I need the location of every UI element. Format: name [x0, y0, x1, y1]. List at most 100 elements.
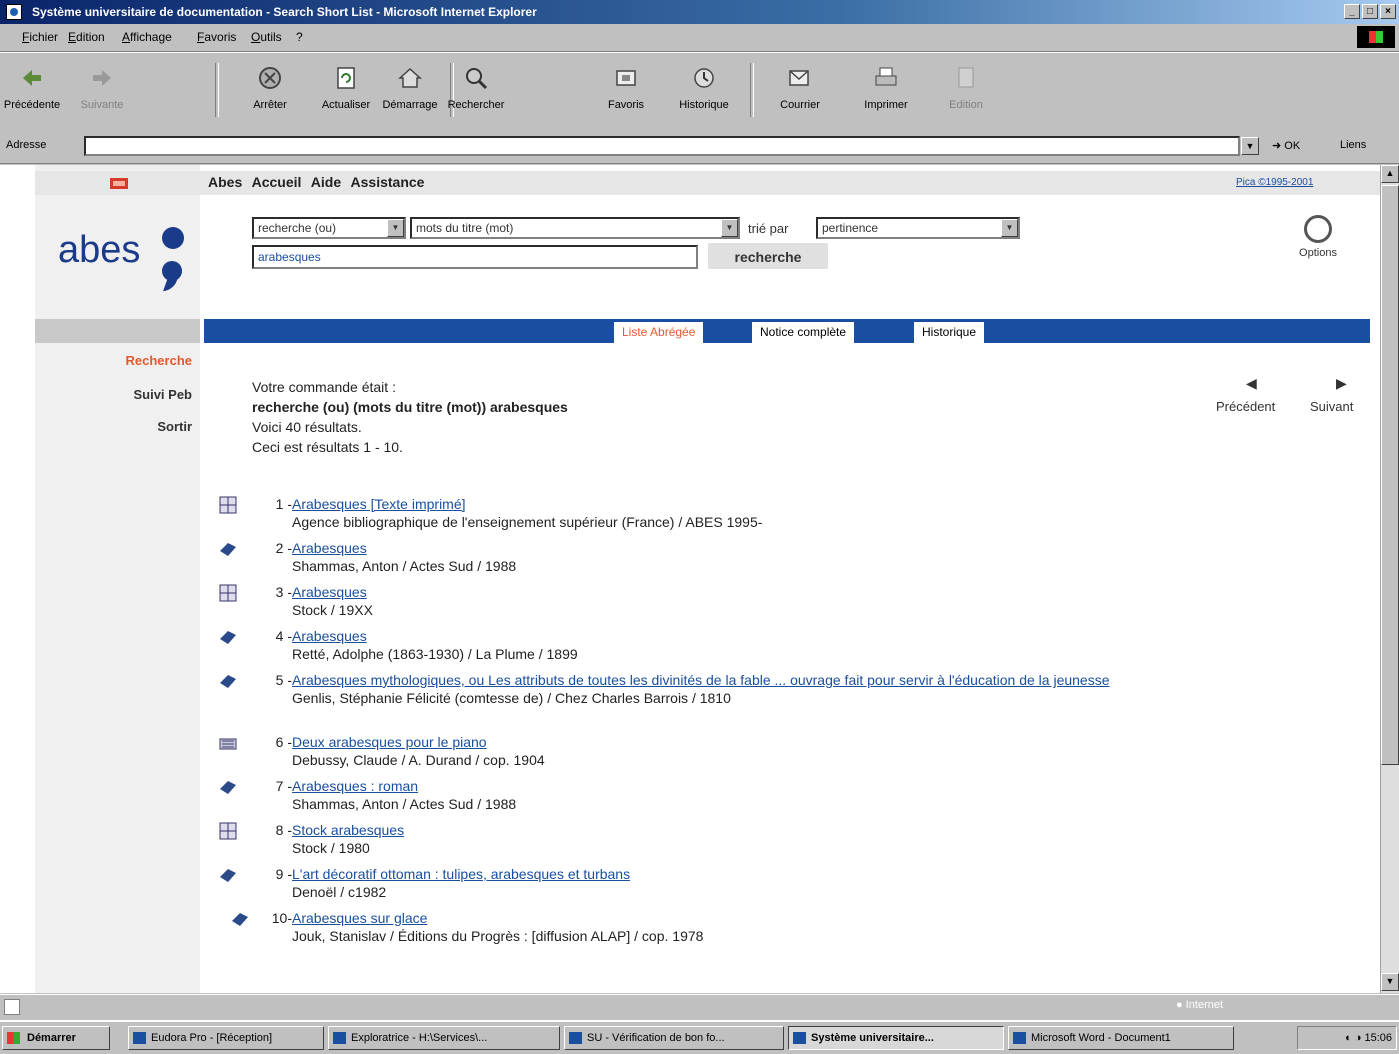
result-title-link[interactable]: L'art décoratif ottoman : tulipes, arabe… — [292, 866, 630, 882]
history-button[interactable]: Historique — [674, 59, 734, 123]
copyright-link[interactable]: Pica ©1995-2001 — [1236, 177, 1313, 188]
stop-button[interactable]: Arrêter — [240, 59, 300, 123]
result-title-link[interactable]: Arabesques [Texte imprimé] — [292, 496, 466, 512]
search-field-value: mots du titre (mot) — [416, 221, 514, 235]
nav-accueil[interactable]: Accueil — [252, 174, 302, 190]
forward-label: Suivante — [80, 99, 124, 111]
serial-icon[interactable] — [218, 495, 238, 515]
sidenav-suivi-peb[interactable]: Suivi Peb — [133, 387, 192, 402]
edit-button[interactable]: Edition — [936, 59, 996, 123]
tab-notice-complete[interactable]: Notice complète — [752, 322, 855, 343]
menu-help[interactable]: ? — [296, 30, 303, 44]
history-label: Historique — [679, 99, 729, 111]
print-icon — [875, 67, 897, 86]
home-button[interactable]: Démarrage — [380, 59, 440, 123]
favorites-button[interactable]: Favoris — [596, 59, 656, 123]
minimize-button[interactable]: _ — [1344, 4, 1360, 19]
menu-affichage[interactable]: Affichage — [122, 30, 172, 44]
search-submit-button[interactable]: recherche — [708, 243, 828, 269]
serial-icon[interactable] — [218, 821, 238, 841]
menu-fichier[interactable]: Fichier — [22, 30, 58, 44]
print-button[interactable]: Imprimer — [856, 59, 916, 123]
book-icon[interactable] — [218, 865, 238, 885]
options-button[interactable]: Options — [1288, 215, 1348, 259]
refresh-label: Actualiser — [321, 99, 371, 111]
next-link[interactable]: Suivant — [1310, 399, 1353, 414]
scroll-down-button[interactable]: ▼ — [1381, 973, 1399, 991]
taskbar-item-active[interactable]: Système universitaire... — [788, 1026, 1004, 1050]
nav-abes[interactable]: Abes — [208, 174, 242, 190]
vertical-scrollbar[interactable]: ▲ ▼ — [1380, 165, 1399, 993]
address-input[interactable] — [84, 136, 1240, 156]
result-title-link[interactable]: Stock arabesques — [292, 822, 404, 838]
search-mode-select[interactable]: recherche (ou) ▼ — [252, 217, 406, 239]
scroll-up-button[interactable]: ▲ — [1381, 165, 1399, 183]
taskbar: Démarrer Eudora Pro - [Réception] Explor… — [0, 1020, 1399, 1054]
window-titlebar: Système universitaire de documentation -… — [0, 0, 1399, 24]
prev-arrow-icon[interactable]: ◀ — [1246, 375, 1257, 392]
close-button[interactable]: × — [1380, 4, 1396, 19]
nav-aide[interactable]: Aide — [311, 174, 341, 190]
prev-link[interactable]: Précédent — [1216, 399, 1275, 414]
nav-assistance[interactable]: Assistance — [351, 174, 425, 190]
sidenav-sortir[interactable]: Sortir — [157, 419, 192, 434]
mail-button[interactable]: Courrier — [770, 59, 830, 123]
result-title-link[interactable]: Arabesques mythologiques, ou Les attribu… — [292, 672, 1110, 688]
go-button[interactable]: ➜ OK — [1272, 139, 1300, 152]
taskbar-item[interactable]: Eudora Pro - [Réception] — [128, 1026, 324, 1050]
tab-liste-abregee[interactable]: Liste Abrégée — [614, 322, 704, 343]
menu-favoris[interactable]: Favoris — [197, 30, 236, 44]
back-label: Précédente — [3, 99, 61, 111]
print-label: Imprimer — [864, 99, 908, 111]
forward-button[interactable]: Suivante — [72, 59, 132, 123]
start-button[interactable]: Démarrer — [2, 1026, 110, 1050]
refresh-button[interactable]: Actualiser — [316, 59, 376, 123]
result-title-link[interactable]: Arabesques — [292, 584, 367, 600]
result-number: 2 - — [275, 540, 292, 556]
chevron-down-icon: ▼ — [387, 219, 404, 237]
menu-outils[interactable]: Outils — [251, 30, 282, 44]
taskbar-item[interactable]: Exploratrice - H:\Services\... — [328, 1026, 560, 1050]
sort-select[interactable]: pertinence ▼ — [816, 217, 1020, 239]
next-arrow-icon[interactable]: ▶ — [1336, 375, 1347, 392]
maximize-button[interactable]: □ — [1362, 4, 1378, 19]
sidenav-recherche[interactable]: Recherche — [126, 353, 192, 368]
result-number: 1 - — [275, 496, 292, 512]
result-title-link[interactable]: Deux arabesques pour le piano — [292, 734, 487, 750]
serial-icon[interactable] — [218, 583, 238, 603]
result-title-link[interactable]: Arabesques — [292, 628, 367, 644]
scroll-thumb[interactable] — [1381, 185, 1399, 765]
search-query-input[interactable]: arabesques — [252, 245, 698, 269]
links-button[interactable]: Liens — [1340, 139, 1366, 151]
book-icon[interactable] — [218, 671, 238, 691]
edit-icon — [958, 67, 974, 88]
taskbar-item[interactable]: Microsoft Word - Document1 — [1008, 1026, 1234, 1050]
stop-label: Arrêter — [253, 99, 287, 111]
search-button[interactable]: Rechercher — [446, 59, 506, 123]
score-icon[interactable] — [218, 733, 238, 753]
result-title-link[interactable]: Arabesques — [292, 540, 367, 556]
back-button[interactable]: Précédente — [2, 59, 62, 123]
menu-edition[interactable]: Edition — [68, 30, 105, 44]
menu-bar: Fichier Edition Affichage Favoris Outils… — [0, 24, 1399, 52]
book-icon[interactable] — [218, 777, 238, 797]
taskbar-item[interactable]: SU - Vérification de bon fo... — [564, 1026, 784, 1050]
search-label: Rechercher — [447, 99, 505, 111]
result-title-link[interactable]: Arabesques sur glace — [292, 910, 427, 926]
go-label: OK — [1284, 140, 1301, 152]
result-number: 4 - — [275, 628, 292, 644]
address-bar: Adresse ▼ ➜ OK Liens — [0, 131, 1399, 164]
book-icon[interactable] — [218, 539, 238, 559]
book-icon[interactable] — [218, 627, 238, 647]
search-field-select[interactable]: mots du titre (mot) ▼ — [410, 217, 740, 239]
globe-icon: ● — [1176, 999, 1183, 1011]
options-label: Options — [1299, 247, 1337, 259]
history-icon — [694, 68, 714, 88]
go-arrow-icon: ➜ — [1272, 140, 1282, 152]
book-icon[interactable] — [230, 909, 250, 929]
result-title-link[interactable]: Arabesques : roman — [292, 778, 418, 794]
address-dropdown-button[interactable]: ▼ — [1241, 137, 1259, 155]
tab-bar: Liste Abrégée Notice complète Historique — [204, 319, 1370, 343]
flag-icon[interactable] — [110, 178, 128, 189]
tab-historique[interactable]: Historique — [914, 322, 985, 343]
